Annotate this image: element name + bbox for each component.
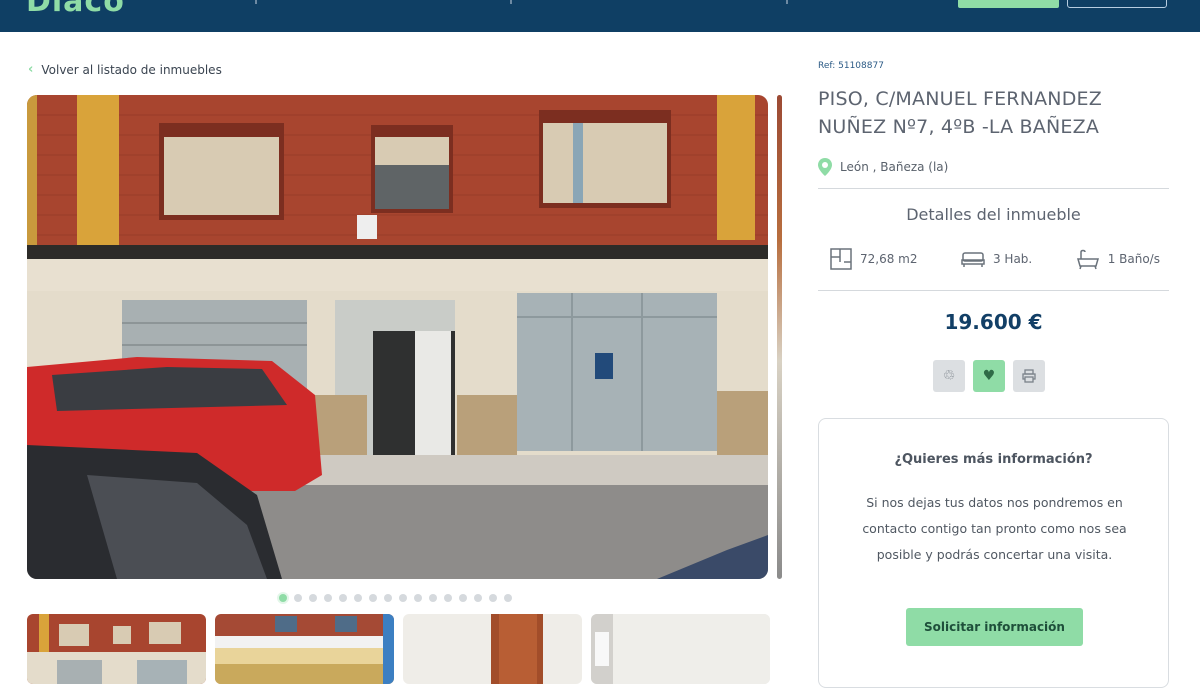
thumbnail-strip <box>27 614 770 684</box>
carousel-dot[interactable] <box>489 594 497 602</box>
feature-area: 72,68 m2 <box>830 248 918 270</box>
feature-bathrooms-label: 1 Baño/s <box>1107 252 1160 266</box>
carousel-dot[interactable] <box>444 594 452 602</box>
carousel-dot[interactable] <box>399 594 407 602</box>
nav-separator <box>510 0 512 4</box>
thumbnail-3[interactable] <box>403 614 582 684</box>
property-price: 19.600 € <box>944 310 1043 334</box>
favorite-button[interactable]: ♥ <box>973 360 1005 392</box>
carousel-dot[interactable] <box>294 594 302 602</box>
carousel-dot[interactable] <box>279 594 287 602</box>
carousel-dot[interactable] <box>369 594 377 602</box>
carousel-dot[interactable] <box>429 594 437 602</box>
carousel-dot[interactable] <box>339 594 347 602</box>
thumbnail-2[interactable] <box>215 614 394 684</box>
heart-icon: ♥ <box>982 368 996 384</box>
property-location: León , Bañeza (la) <box>818 158 948 176</box>
top-navigation-bar: Diaco <box>0 0 1200 32</box>
carousel-dot[interactable] <box>354 594 362 602</box>
thumb-interior-room <box>591 614 770 684</box>
next-photo-peek[interactable] <box>777 95 782 579</box>
carousel-dot[interactable] <box>504 594 512 602</box>
thumb-building-corner <box>215 614 394 684</box>
nav-separator <box>786 0 788 4</box>
nav-separator <box>255 0 257 4</box>
thumbnail-4[interactable] <box>591 614 770 684</box>
contact-heading: ¿Quieres más información? <box>894 452 1093 467</box>
share-button[interactable]: ♲ <box>933 360 965 392</box>
carousel-dot[interactable] <box>414 594 422 602</box>
bed-icon <box>961 252 985 267</box>
carousel-dot[interactable] <box>309 594 317 602</box>
details-heading: Detalles del inmueble <box>906 205 1081 224</box>
bathtub-icon <box>1076 249 1099 270</box>
property-reference: Ref: 51108877 <box>818 61 884 71</box>
contact-card: ¿Quieres más información? Si nos dejas t… <box>818 418 1169 688</box>
request-info-button[interactable]: Solicitar información <box>906 608 1083 646</box>
feature-bedrooms: 3 Hab. <box>961 248 1032 270</box>
divider <box>818 188 1169 189</box>
print-button[interactable] <box>1013 360 1045 392</box>
feature-bathrooms: 1 Baño/s <box>1076 248 1160 270</box>
thumbnail-1[interactable] <box>27 614 206 684</box>
chevron-left-icon: ‹ <box>28 62 34 77</box>
carousel-dot[interactable] <box>384 594 392 602</box>
thumb-facade <box>27 614 206 684</box>
print-icon <box>1022 369 1036 383</box>
back-link-label: Volver al listado de inmuebles <box>41 62 222 77</box>
back-to-listing-link[interactable]: ‹ Volver al listado de inmuebles <box>28 62 222 77</box>
thumb-interior-door <box>403 614 582 684</box>
contact-text: Si nos dejas tus datos nos pondremos en … <box>862 495 1127 562</box>
carousel-dot[interactable] <box>324 594 332 602</box>
recycle-icon: ♲ <box>942 368 956 384</box>
header-primary-button[interactable] <box>958 0 1059 8</box>
location-label: León , Bañeza (la) <box>840 160 949 174</box>
map-pin-icon <box>818 158 832 176</box>
divider <box>818 290 1169 291</box>
property-title: PISO, C/MANUEL FERNANDEZ NUÑEZ Nº7, 4ºB … <box>818 88 1102 138</box>
carousel-dot[interactable] <box>474 594 482 602</box>
floor-plan-icon <box>830 248 852 270</box>
carousel-dots <box>279 594 512 602</box>
main-photo[interactable] <box>27 95 768 579</box>
feature-area-label: 72,68 m2 <box>860 252 918 266</box>
carousel-dot[interactable] <box>459 594 467 602</box>
feature-bedrooms-label: 3 Hab. <box>992 252 1033 266</box>
building-facade-photo <box>27 95 768 579</box>
property-features: 72,68 m2 3 Hab. 1 Baño/s <box>830 248 1160 270</box>
site-logo[interactable]: Diaco <box>26 0 125 19</box>
action-buttons: ♲ ♥ <box>933 360 1045 392</box>
header-secondary-button[interactable] <box>1067 0 1167 8</box>
